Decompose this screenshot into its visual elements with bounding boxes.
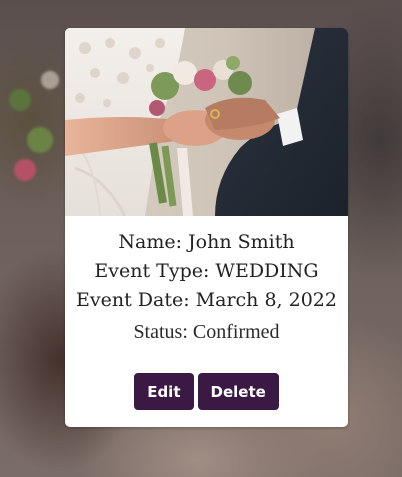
event-details: Name: John Smith Event Type: WEDDING Eve… — [65, 228, 348, 367]
name-line: Name: John Smith — [118, 231, 295, 253]
background-flowers — [0, 60, 70, 210]
delete-button[interactable]: Delete — [197, 373, 279, 410]
event-date-line: Event Date: March 8, 2022 — [76, 289, 337, 311]
event-type-line: Event Type: WEDDING — [94, 260, 319, 282]
edit-button[interactable]: Edit — [134, 373, 194, 410]
event-card: Name: John Smith Event Type: WEDDING Eve… — [65, 28, 348, 427]
card-actions: Edit Delete — [65, 373, 348, 410]
status-line: Status: Confirmed — [133, 321, 280, 343]
wedding-ring-photo — [65, 28, 348, 216]
